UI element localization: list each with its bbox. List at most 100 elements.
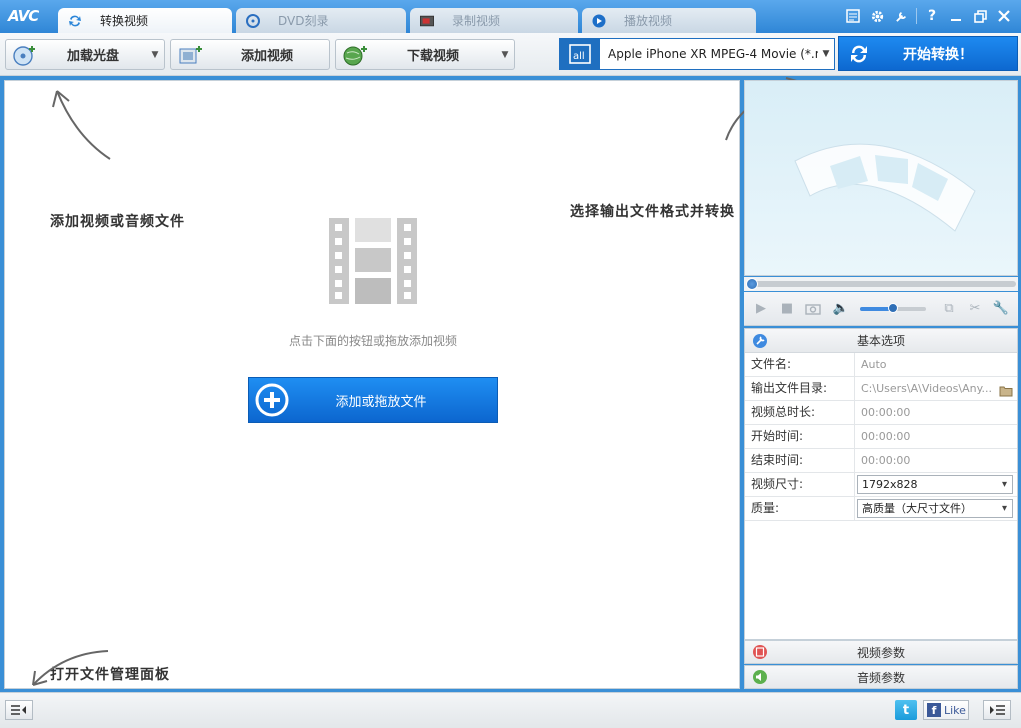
drop-hint-text: 点击下面的按钮或拖放添加视频: [288, 334, 457, 348]
film-add-icon: [175, 41, 205, 69]
film-reel-icon: [794, 143, 976, 232]
film-icon: [745, 644, 775, 660]
record-icon: [420, 14, 434, 28]
output-dir-field[interactable]: C:\Users\A\Videos\Any...: [855, 377, 1017, 400]
video-size-cell: 1792x828: [855, 473, 1017, 496]
play-icon[interactable]: ▶: [752, 300, 770, 318]
tab-convert-video[interactable]: 转换视频: [58, 8, 232, 33]
prop-key: 质量:: [745, 497, 855, 520]
hint-arrow-icon: [52, 90, 111, 160]
add-drop-file-label: 添加或拖放文件: [335, 394, 427, 410]
prop-row-quality: 质量: 高质量（大尺寸文件）: [745, 497, 1017, 521]
format-all-icon: all: [560, 39, 600, 69]
tab-record-video[interactable]: 录制视频: [410, 8, 578, 33]
title-bar: AVC 转换视频 DVD刻录 录制视频 播放视频 ?: [0, 0, 1021, 33]
volume-slider[interactable]: [860, 302, 926, 313]
basic-options-header[interactable]: 基本选项: [745, 329, 1017, 353]
wrench-icon[interactable]: [892, 7, 910, 25]
end-time-field[interactable]: 00:00:00: [855, 449, 1017, 472]
help-icon[interactable]: ?: [923, 7, 941, 25]
basic-options-title: 基本选项: [856, 334, 905, 348]
prop-row-end-time: 结束时间: 00:00:00: [745, 449, 1017, 473]
output-format-select[interactable]: all Apple iPhone XR MPEG-4 Movie (*.m...…: [559, 38, 835, 70]
add-video-button[interactable]: 添加视频: [170, 39, 330, 70]
prop-row-output-dir: 输出文件目录: C:\Users\A\Videos\Any...: [745, 377, 1017, 401]
wrench-icon[interactable]: 🔧: [992, 300, 1010, 318]
volume-handle[interactable]: [888, 302, 898, 313]
filename-field[interactable]: Auto: [855, 353, 1017, 376]
player-controls: ▶ ■ 🔈 ⧉ ✂ 🔧: [744, 292, 1018, 326]
file-panel-toggle-button[interactable]: [5, 700, 33, 720]
prop-row-start-time: 开始时间: 00:00:00: [745, 425, 1017, 449]
prop-key: 开始时间:: [745, 425, 855, 448]
load-disc-button[interactable]: 加载光盘 ▼: [5, 39, 165, 70]
right-panel-toggle-button[interactable]: [983, 700, 1011, 720]
prop-row-video-size: 视频尺寸: 1792x828: [745, 473, 1017, 497]
tab-dvd-burn[interactable]: DVD刻录: [236, 8, 406, 33]
chevron-down-icon[interactable]: ▼: [818, 49, 834, 59]
add-drop-file-button[interactable]: 添加或拖放文件: [248, 377, 498, 423]
audio-params-header[interactable]: 音频参数: [744, 665, 1018, 689]
facebook-like-button[interactable]: f Like: [923, 700, 969, 720]
tab-label: 转换视频: [100, 14, 149, 28]
output-dir-value: C:\Users\A\Videos\Any...: [861, 382, 993, 395]
prop-row-filename: 文件名: Auto: [745, 353, 1017, 377]
convert-icon: [68, 14, 82, 28]
download-video-label: 下载视频: [406, 49, 459, 64]
seek-handle[interactable]: [746, 278, 758, 290]
divider: [916, 8, 917, 24]
like-label: Like: [944, 703, 966, 717]
plus-circle-icon: [249, 383, 295, 417]
gear-icon[interactable]: [868, 7, 886, 25]
prop-key: 视频总时长:: [745, 401, 855, 424]
prop-key: 文件名:: [745, 353, 855, 376]
camera-icon[interactable]: [804, 300, 822, 318]
chevron-down-icon[interactable]: ▼: [146, 40, 164, 69]
restore-icon[interactable]: [971, 7, 989, 25]
film-strip-icon: [329, 218, 417, 304]
volume-icon[interactable]: 🔈: [830, 300, 852, 318]
quality-cell: 高质量（大尺寸文件）: [855, 497, 1017, 520]
tab-label: DVD刻录: [278, 14, 329, 28]
hint-arrow-icon: [32, 650, 109, 686]
refresh-icon: [839, 43, 879, 65]
copy-icon[interactable]: ⧉: [940, 300, 958, 318]
close-icon[interactable]: [995, 7, 1013, 25]
video-params-title: 视频参数: [856, 645, 905, 660]
facebook-icon: f: [927, 703, 941, 717]
hint-add-files: 添加视频或音频文件: [50, 214, 185, 230]
seek-track[interactable]: [748, 281, 1016, 287]
twitter-icon[interactable]: t: [895, 700, 917, 720]
app-logo: AVC: [8, 7, 39, 25]
tab-label: 录制视频: [452, 14, 501, 28]
speaker-icon: [745, 669, 775, 685]
cut-icon[interactable]: ✂: [966, 300, 984, 318]
start-time-field[interactable]: 00:00:00: [855, 425, 1017, 448]
tab-label: 播放视频: [624, 14, 673, 28]
audio-params-title: 音频参数: [856, 670, 905, 685]
duration-value: 00:00:00: [861, 406, 911, 419]
download-video-button[interactable]: 下载视频 ▼: [335, 39, 515, 70]
minimize-icon[interactable]: [947, 7, 965, 25]
chevron-down-icon[interactable]: ▼: [496, 40, 514, 69]
video-preview: [744, 80, 1018, 276]
seek-bar[interactable]: [744, 277, 1018, 291]
play-icon: [592, 14, 606, 28]
add-video-label: 添加视频: [240, 49, 293, 64]
start-convert-button[interactable]: 开始转换！: [838, 36, 1018, 71]
menu-icon[interactable]: [844, 7, 862, 25]
quality-select[interactable]: 高质量（大尺寸文件）: [857, 499, 1013, 518]
video-size-select[interactable]: 1792x828: [857, 475, 1013, 494]
dvd-icon: [246, 13, 260, 28]
folder-icon[interactable]: [999, 382, 1013, 400]
prop-key: 结束时间:: [745, 449, 855, 472]
svg-text:all: all: [573, 51, 585, 62]
stop-icon[interactable]: ■: [778, 300, 796, 318]
video-params-header[interactable]: 视频参数: [744, 640, 1018, 664]
basic-options-panel: 基本选项 文件名: Auto 输出文件目录: C:\Users\A\Videos…: [744, 328, 1018, 640]
load-disc-label: 加载光盘: [66, 49, 119, 64]
hint-select-format: 选择输出文件格式并转换: [570, 204, 735, 220]
tab-play-video[interactable]: 播放视频: [582, 8, 756, 33]
globe-download-icon: [340, 41, 370, 69]
file-list-panel[interactable]: 添加视频或音频文件 点击下面的按钮或拖放添加视频 添加或拖放文件 打开文件管理面…: [4, 80, 740, 689]
